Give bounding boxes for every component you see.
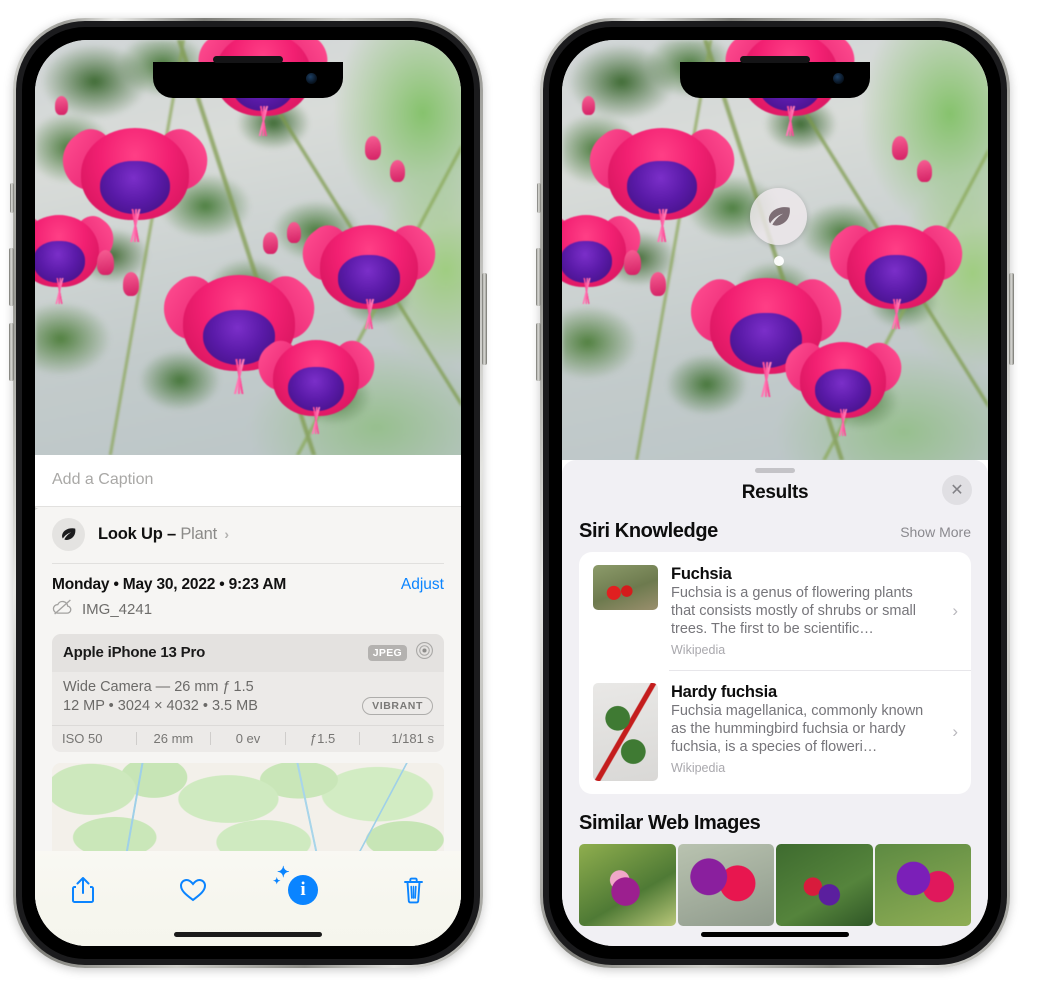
photo-date: Monday • May 30, 2022 • 9:23 AM: [52, 575, 287, 593]
web-image-thumbnail[interactable]: [874, 844, 971, 927]
earpiece-speaker: [740, 56, 810, 63]
flower: [247, 334, 385, 435]
volume-up-button[interactable]: [536, 248, 541, 306]
info-badge: ✦ ✦ i: [273, 866, 318, 905]
photo-viewer[interactable]: [35, 40, 461, 455]
sparkle-icon: ✦: [35, 502, 40, 517]
home-indicator[interactable]: [174, 932, 322, 937]
visual-lookup-pin[interactable]: [750, 188, 807, 266]
caption-placeholder: Add a Caption: [52, 471, 154, 488]
front-camera: [306, 73, 317, 84]
exif-stat-focal: 26 mm: [153, 730, 194, 746]
volume-down-button[interactable]: [9, 323, 14, 381]
exif-stats-row: ISO 50 26 mm 0 ev ƒ1.5 1/181 s: [52, 724, 444, 752]
screen-left: Add a Caption ✦ ✦ Look Up – Plant ›: [35, 40, 461, 946]
flower: [49, 120, 221, 243]
iphone-right: Results ✕ Siri Knowledge Show More Fuchs…: [536, 18, 1014, 968]
web-image-thumbnail[interactable]: [776, 844, 873, 927]
siri-knowledge-card: Fuchsia Fuchsia is a genus of flowering …: [579, 552, 971, 795]
share-icon[interactable]: [61, 868, 105, 912]
info-button[interactable]: ✦ ✦ i: [273, 866, 325, 912]
silent-switch[interactable]: [10, 183, 14, 213]
date-row: Monday • May 30, 2022 • 9:23 AM Adjust: [35, 564, 461, 596]
look-up-row[interactable]: ✦ ✦ Look Up – Plant ›: [35, 502, 461, 563]
file-row: IMG_4241: [35, 596, 461, 630]
file-name: IMG_4241: [82, 600, 153, 618]
caption-field[interactable]: Add a Caption: [35, 455, 461, 507]
exif-stat-shutter: 1/181 s: [391, 730, 434, 746]
trash-icon[interactable]: [391, 868, 435, 912]
chevron-right-icon: ›: [952, 722, 958, 742]
look-up-subject: Plant: [180, 525, 217, 543]
leaf-icon: [750, 188, 807, 245]
siri-knowledge-header: Siri Knowledge Show More: [562, 520, 988, 552]
flower: [562, 209, 650, 305]
entry-thumbnail: [593, 683, 658, 782]
lookup-anchor-dot: [773, 256, 784, 266]
flower: [774, 336, 912, 437]
entry-title: Hardy fuchsia: [671, 683, 777, 702]
screenshot-root: Add a Caption ✦ ✦ Look Up – Plant ›: [0, 0, 1055, 985]
home-indicator[interactable]: [701, 932, 849, 937]
results-title: Results: [741, 482, 809, 503]
adjust-button[interactable]: Adjust: [401, 576, 444, 594]
section-title: Similar Web Images: [579, 812, 761, 835]
notch: [153, 56, 343, 98]
exif-card: Apple iPhone 13 Pro JPEG Wide Camera — 2…: [52, 633, 444, 752]
similar-web-images-row: [562, 844, 988, 927]
entry-description: Fuchsia is a genus of flowering plants t…: [671, 585, 916, 637]
web-image-thumbnail[interactable]: [579, 844, 676, 927]
flower: [35, 209, 123, 305]
flower: [818, 218, 974, 330]
heart-icon[interactable]: [171, 868, 215, 912]
show-more-button[interactable]: Show More: [900, 524, 971, 540]
cloud-slash-icon: [52, 599, 73, 620]
camera-device: Apple iPhone 13 Pro: [63, 644, 206, 661]
web-image-thumbnail[interactable]: [677, 844, 774, 927]
entry-description: Fuchsia magellanica, commonly known as t…: [671, 703, 924, 756]
chevron-right-icon: ›: [224, 526, 229, 542]
look-up-prefix: Look Up –: [98, 525, 176, 543]
knowledge-entry[interactable]: Hardy fuchsia Fuchsia magellanica, commo…: [579, 670, 971, 794]
exif-stat-ev: 0 ev: [235, 730, 261, 746]
flower: [576, 120, 748, 243]
iphone-left: Add a Caption ✦ ✦ Look Up – Plant ›: [9, 18, 487, 968]
earpiece-speaker: [213, 56, 283, 63]
format-badge: JPEG: [367, 644, 407, 661]
volume-down-button[interactable]: [536, 323, 541, 381]
front-camera: [833, 73, 844, 84]
silent-switch[interactable]: [537, 183, 541, 213]
results-header: Results ✕: [562, 473, 988, 520]
exif-stat-iso: ISO 50: [62, 730, 103, 746]
entry-thumbnail: [593, 565, 658, 610]
exif-body: Wide Camera — 26 mm ƒ 1.5 12 MP • 3024 ×…: [52, 672, 444, 725]
entry-source: Wikipedia: [671, 761, 726, 776]
knowledge-entry[interactable]: Fuchsia Fuchsia is a genus of flowering …: [579, 552, 971, 670]
entry-title: Fuchsia: [671, 565, 732, 583]
sparkle-icon: ✦: [273, 876, 281, 886]
image-size-info: 12 MP • 3024 × 4032 • 3.5 MB: [63, 697, 258, 714]
info-label: i: [300, 879, 306, 900]
results-sheet: Results ✕ Siri Knowledge Show More Fuchs…: [562, 460, 988, 946]
photographic-style-badge: VIBRANT: [362, 696, 433, 715]
chevron-right-icon: ›: [952, 600, 958, 620]
notch: [680, 56, 870, 98]
photo-viewer[interactable]: [562, 40, 988, 460]
volume-up-button[interactable]: [9, 248, 14, 306]
close-icon[interactable]: ✕: [942, 475, 972, 505]
entry-source: Wikipedia: [671, 642, 726, 657]
power-button[interactable]: [1009, 273, 1014, 365]
power-button[interactable]: [482, 273, 487, 365]
leaf-icon: [52, 518, 85, 551]
exif-stat-aperture: ƒ1.5: [309, 730, 336, 746]
section-title: Siri Knowledge: [579, 520, 718, 542]
screen-right: Results ✕ Siri Knowledge Show More Fuchs…: [562, 40, 988, 946]
look-up-label: Look Up – Plant ›: [98, 525, 229, 544]
lens-info: Wide Camera — 26 mm ƒ 1.5: [63, 678, 254, 695]
exif-header: Apple iPhone 13 Pro JPEG: [52, 633, 444, 672]
aperture-icon: [415, 641, 434, 665]
similar-web-images-header: Similar Web Images: [562, 794, 988, 844]
flower: [291, 218, 447, 330]
photo-info-sheet: Add a Caption ✦ ✦ Look Up – Plant ›: [35, 455, 461, 946]
